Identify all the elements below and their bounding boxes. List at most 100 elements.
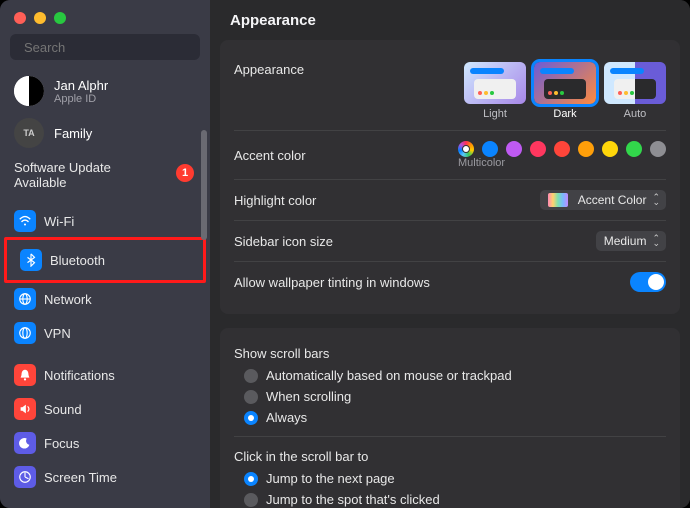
row-label: Allow wallpaper tinting in windows [234,275,430,290]
sidebar-iconsize-select[interactable]: Medium ⌃⌄ [596,231,666,251]
radio-label: Automatically based on mouse or trackpad [266,368,512,383]
sidebar-item-focus[interactable]: Focus [6,426,204,460]
wallpaper-tinting-toggle[interactable] [630,272,666,292]
scrollbars-title: Show scroll bars [234,342,666,365]
sidebar-apple-id[interactable]: Jan Alphr Apple ID [6,70,204,112]
appearance-name: Dark [534,108,596,120]
scroll-panel: Show scroll bars Automatically based on … [220,328,680,508]
sidebar-item-label: Notifications [44,368,115,383]
scrollbars-option-always[interactable]: Always [234,407,666,428]
sidebar: Jan Alphr Apple ID TA Family Software Up… [0,0,210,508]
sidebar-item-sound[interactable]: Sound [6,392,204,426]
light-thumb [464,62,526,104]
select-value: Accent Color [578,193,647,207]
sound-icon [14,398,36,420]
sidebar-item-notifications[interactable]: Notifications [6,358,204,392]
software-update[interactable]: Software Update Available 1 [6,154,204,196]
family-icon: TA [14,118,44,148]
sidebar-item-bluetooth[interactable]: Bluetooth [12,243,198,277]
accent-orange[interactable] [578,141,594,157]
row-label: Highlight color [234,193,316,208]
appearance-options: Light Dark Auto [464,62,666,120]
screentime-icon [14,466,36,488]
sidebar-family[interactable]: TA Family [6,112,204,154]
sidebar-item-screentime[interactable]: Screen Time [6,460,204,494]
scrollbars-option-scrolling[interactable]: When scrolling [234,386,666,407]
radio-icon [244,369,258,383]
row-label: Sidebar icon size [234,234,333,249]
radio-label: When scrolling [266,389,351,404]
vpn-icon [14,322,36,344]
update-badge: 1 [176,164,194,182]
fullscreen-icon[interactable] [54,12,66,24]
accent-graphite[interactable] [650,141,666,157]
accent-red[interactable] [554,141,570,157]
appearance-panel: Appearance Light Dark Auto [220,40,680,314]
user-name: Jan Alphr [54,78,108,93]
search-input[interactable] [10,34,200,60]
accent-yellow[interactable] [602,141,618,157]
notifications-icon [14,364,36,386]
main-content: Appearance Appearance Light Dark [210,0,690,508]
bluetooth-icon [20,249,42,271]
update-line2: Available [14,175,196,190]
clickbar-option-spot[interactable]: Jump to the spot that's clicked [234,489,666,508]
clickbar-title: Click in the scroll bar to [234,445,666,468]
search-field[interactable] [24,40,200,55]
sidebar-item-label: Wi-Fi [44,214,74,229]
highlight-annotation: Bluetooth [4,237,206,283]
sidebar-item-label: Sound [44,402,82,417]
radio-label: Always [266,410,307,425]
sidebar-item-general[interactable]: General [6,502,204,508]
chevron-updown-icon: ⌃⌄ [652,195,660,205]
accent-pink[interactable] [530,141,546,157]
select-value: Medium [604,234,647,248]
sidebar-item-label: Screen Time [44,470,117,485]
wifi-icon [14,210,36,232]
close-icon[interactable] [14,12,26,24]
settings-window: Jan Alphr Apple ID TA Family Software Up… [0,0,690,508]
row-label: Appearance [234,62,304,77]
appearance-option-auto[interactable]: Auto [604,62,666,120]
update-line1: Software Update [14,160,196,175]
sidebar-item-label: Bluetooth [50,253,105,268]
sidebar-item-label: VPN [44,326,71,341]
appearance-name: Auto [604,108,666,120]
focus-icon [14,432,36,454]
radio-icon [244,390,258,404]
page-title: Appearance [230,12,316,29]
radio-label: Jump to the next page [266,471,395,486]
network-icon [14,288,36,310]
sidebar-item-wifi[interactable]: Wi-Fi [6,204,204,238]
minimize-icon[interactable] [34,12,46,24]
highlight-swatch-icon [548,193,568,207]
sidebar-item-network[interactable]: Network [6,282,204,316]
clickbar-option-nextpage[interactable]: Jump to the next page [234,468,666,489]
sidebar-item-label: Network [44,292,92,307]
avatar [14,76,44,106]
auto-thumb [604,62,666,104]
appearance-option-light[interactable]: Light [464,62,526,120]
row-label: Accent color [234,148,306,163]
user-sub: Apple ID [54,93,108,105]
accent-sub: Multicolor [458,157,505,169]
sidebar-item-vpn[interactable]: VPN [6,316,204,350]
accent-purple[interactable] [506,141,522,157]
family-label: Family [54,126,92,141]
accent-blue[interactable] [482,141,498,157]
radio-icon [244,472,258,486]
window-controls [0,0,210,30]
radio-icon [244,493,258,507]
scrollbars-option-auto[interactable]: Automatically based on mouse or trackpad [234,365,666,386]
accent-color-row [458,141,666,157]
titlebar: Appearance [210,0,690,40]
appearance-name: Light [464,108,526,120]
appearance-option-dark[interactable]: Dark [534,62,596,120]
accent-multicolor[interactable] [458,141,474,157]
dark-thumb [534,62,596,104]
accent-green[interactable] [626,141,642,157]
highlight-color-select[interactable]: Accent Color ⌃⌄ [540,190,666,210]
radio-icon [244,411,258,425]
sidebar-item-label: Focus [44,436,79,451]
radio-label: Jump to the spot that's clicked [266,492,440,507]
